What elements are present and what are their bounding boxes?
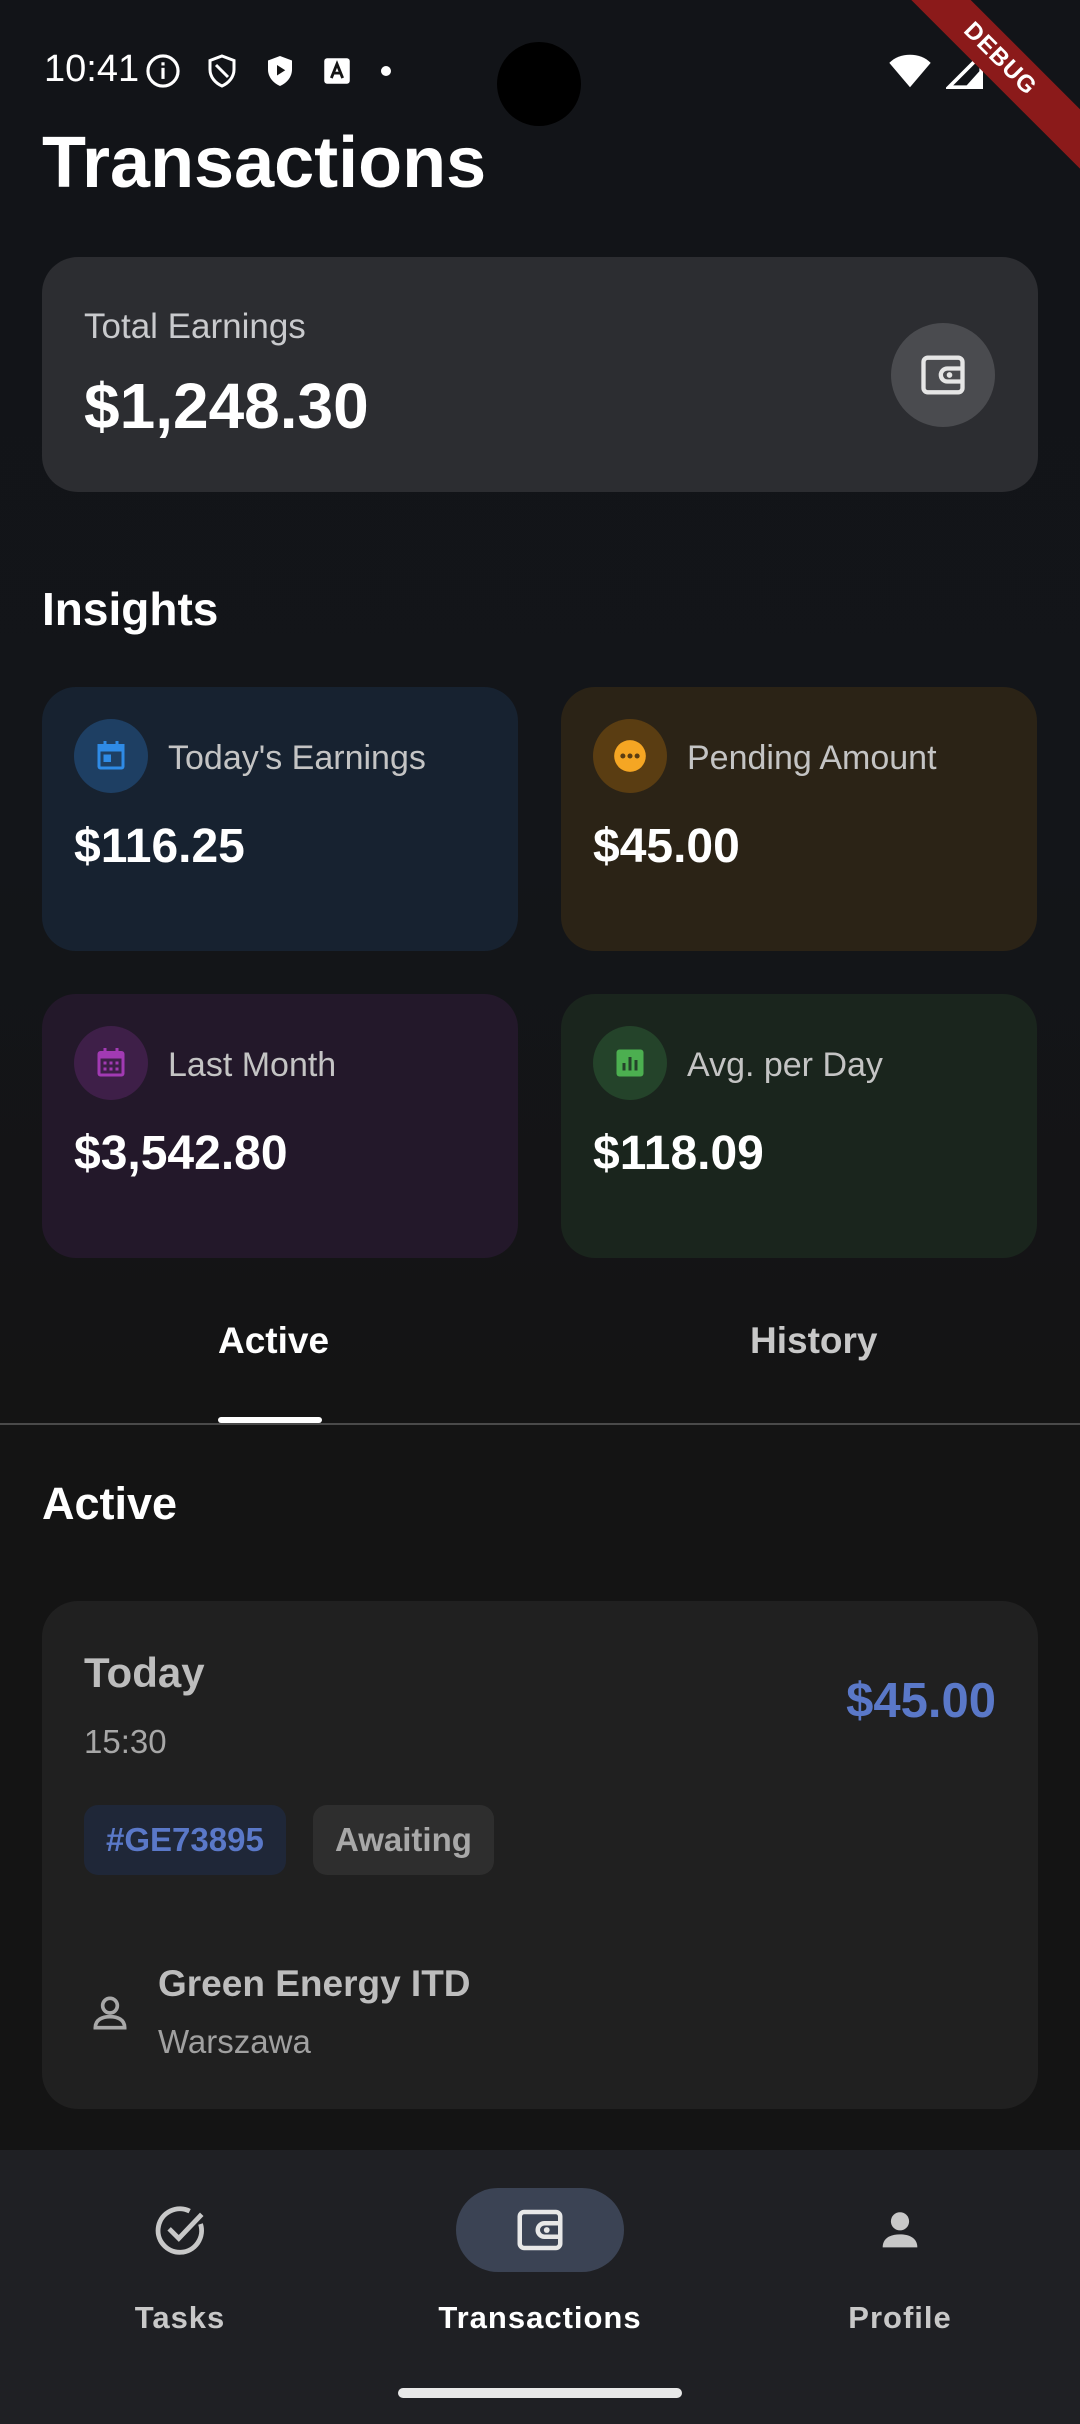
nav-label: Transactions: [438, 2300, 642, 2335]
person-icon: [882, 2212, 918, 2248]
nav-item-profile[interactable]: Profile: [720, 2150, 1080, 2350]
total-earnings-value: $1,248.30: [84, 370, 369, 442]
shield-icon: [208, 54, 236, 88]
insight-value: $118.09: [593, 1127, 764, 1180]
insight-label: Avg. per Day: [687, 1046, 883, 1084]
calendar-month-icon: [97, 1048, 125, 1077]
transaction-time: 15:30: [84, 1723, 167, 1760]
insight-card-avg-per-day[interactable]: Avg. per Day $118.09: [561, 994, 1037, 1258]
dot-icon: [381, 66, 391, 76]
status-badge: Awaiting: [313, 1805, 494, 1875]
insight-label: Pending Amount: [687, 739, 937, 777]
transaction-amount: $45.00: [846, 1674, 996, 1728]
insight-card-pending-amount[interactable]: Pending Amount $45.00: [561, 687, 1037, 951]
page-title: Transactions: [42, 123, 487, 203]
person-outline-icon: [93, 1996, 127, 2030]
tab-bar: Active History: [0, 1290, 1080, 1425]
total-earnings-label: Total Earnings: [84, 307, 306, 346]
insight-value: $116.25: [74, 820, 245, 873]
nav-label: Tasks: [134, 2300, 226, 2335]
info-icon: [146, 54, 180, 88]
insight-value: $3,542.80: [74, 1127, 288, 1180]
nav-label: Profile: [848, 2300, 952, 2335]
wallet-icon-button[interactable]: [891, 323, 995, 427]
home-indicator[interactable]: [398, 2388, 682, 2398]
nav-pill: [816, 2188, 984, 2272]
insight-label: Last Month: [168, 1046, 337, 1084]
camera-cutout: [497, 42, 581, 126]
calendar-icon: [97, 741, 125, 770]
transaction-city: Warszawa: [158, 2023, 311, 2060]
status-bar: 10:41 DEBUG: [0, 0, 1080, 180]
transaction-company: Green Energy ITD: [158, 1963, 471, 2004]
notification-icons: [144, 52, 396, 90]
insight-icon-bg: [74, 1026, 148, 1100]
wifi-icon: [889, 54, 931, 88]
tab-history[interactable]: History: [750, 1320, 877, 1362]
check-circle-icon: [155, 2206, 204, 2255]
insight-card-last-month[interactable]: Last Month $3,542.80: [42, 994, 518, 1258]
insight-icon-bg: [593, 1026, 667, 1100]
nav-item-tasks[interactable]: Tasks: [0, 2150, 360, 2350]
bottom-navigation: Tasks Transactions Profile: [0, 2150, 1080, 2424]
transaction-id-tag: #GE73895: [84, 1805, 286, 1875]
nav-pill-active: [456, 2188, 624, 2272]
active-section-title: Active: [42, 1478, 178, 1529]
wallet-icon: [921, 355, 965, 395]
more-horizontal-icon: [614, 740, 646, 772]
text-icon: [324, 58, 350, 84]
status-time: 10:41: [44, 48, 140, 90]
nav-item-transactions[interactable]: Transactions: [360, 2150, 720, 2350]
insights-title: Insights: [42, 583, 219, 635]
insight-label: Today's Earnings: [168, 739, 426, 777]
total-earnings-card: Total Earnings $1,248.30: [42, 257, 1038, 492]
wallet-icon: [517, 2209, 563, 2251]
play-shield-icon: [268, 56, 292, 86]
insight-value: $45.00: [593, 820, 740, 873]
transaction-date: Today: [84, 1649, 205, 1696]
transaction-card[interactable]: Today 15:30 $45.00 #GE73895 Awaiting Gre…: [42, 1601, 1038, 2109]
insight-card-todays-earnings[interactable]: Today's Earnings $116.25: [42, 687, 518, 951]
insight-icon-bg: [593, 719, 667, 793]
tab-indicator: [218, 1417, 322, 1423]
bar-chart-icon: [616, 1049, 644, 1077]
insight-icon-bg: [74, 719, 148, 793]
nav-pill: [96, 2188, 264, 2272]
tab-active[interactable]: Active: [218, 1320, 329, 1362]
